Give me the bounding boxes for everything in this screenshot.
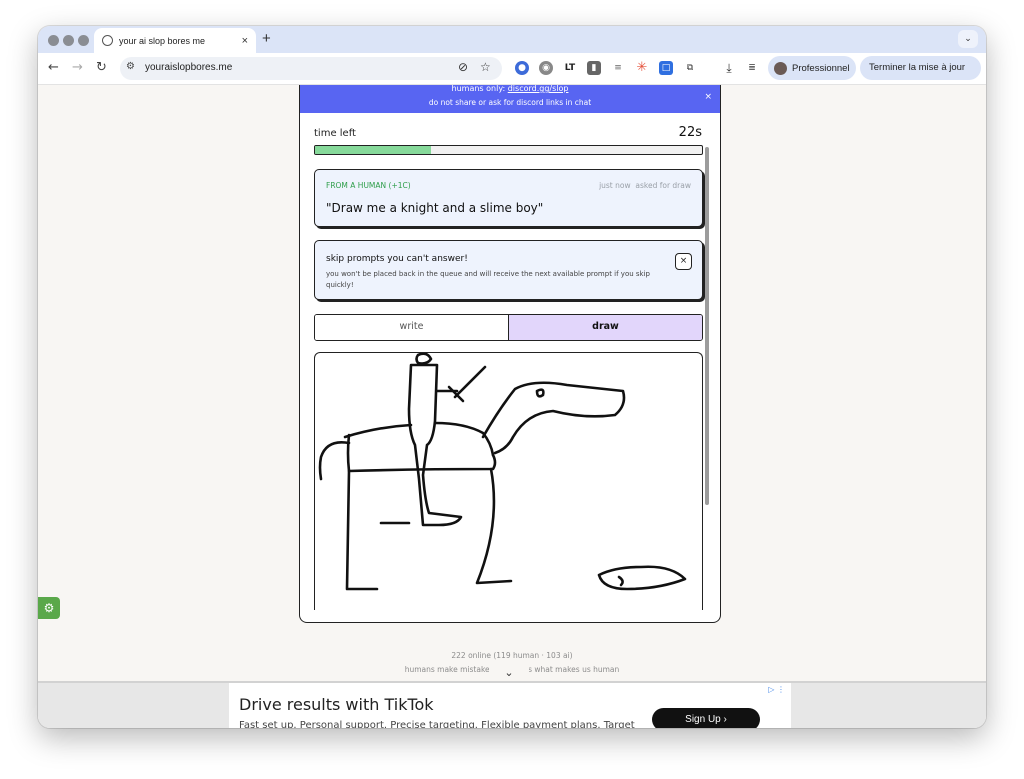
forward-arrow-icon[interactable]: → — [72, 60, 83, 75]
tip-title: skip prompts you can't answer! — [326, 254, 468, 264]
prompt-mode: asked for draw — [635, 181, 691, 190]
prompt-card: FROM A HUMAN (+1C) just now asked for dr… — [314, 169, 703, 227]
banner-note: do not share or ask for discord links in… — [428, 98, 592, 107]
banner-close-button[interactable]: × — [704, 92, 712, 102]
extension-icon-6[interactable]: ✳ — [635, 61, 649, 75]
profile-button[interactable]: Professionnel — [768, 56, 856, 80]
extension-icon-5[interactable]: ≡ — [611, 61, 625, 75]
adchoices-icon[interactable]: ▷ ⋮ — [768, 685, 785, 694]
address-bar[interactable]: ⚙ youraislopbores.me ⊘ ☆ — [120, 57, 502, 80]
tab-strip: your ai slop bores me × + ⌄ — [38, 26, 986, 53]
extension-icon-4[interactable]: ▮ — [587, 61, 601, 75]
new-tab-button[interactable]: + — [262, 30, 271, 47]
tab-title: your ai slop bores me — [119, 35, 206, 46]
settings-gear-icon[interactable]: ⚙ — [38, 597, 60, 619]
extension-icon-1[interactable]: ● — [515, 61, 529, 75]
game-panel: humans only: discord.gg/slop do not shar… — [299, 85, 721, 623]
bookmark-star-icon[interactable]: ☆ — [480, 60, 491, 74]
tiktok-ad[interactable]: Drive results with TikTok Fast set up. P… — [229, 683, 791, 728]
reload-icon[interactable]: ↻ — [96, 60, 107, 75]
browser-toolbar: ← → ↻ ⚙ youraislopbores.me ⊘ ☆ ● ◉ LT ▮ … — [38, 53, 986, 97]
extension-icon-7[interactable]: □ — [659, 61, 673, 75]
back-arrow-icon[interactable]: ← — [48, 60, 59, 75]
banner-line-1: humans only: discord.gg/slop — [300, 85, 720, 93]
horse-front-leg-stroke — [475, 467, 513, 585]
web-page: humans only: discord.gg/slop do not shar… — [38, 85, 986, 728]
panel-scrollbar[interactable] — [705, 147, 709, 505]
draw-mode-button[interactable]: draw — [508, 315, 702, 340]
drawing-canvas[interactable] — [314, 352, 703, 610]
time-progress-bar — [314, 145, 703, 155]
ad-sign-up-button[interactable]: Sign Up › — [652, 708, 760, 728]
update-label: Terminer la mise à jour — [869, 62, 966, 73]
knight-body-stroke — [407, 363, 463, 527]
reading-list-icon[interactable]: ≣ — [745, 61, 759, 75]
site-info-icon[interactable]: ⚙ — [126, 61, 135, 72]
mode-switch: write draw — [314, 314, 703, 341]
tip-body: you won't be placed back in the queue an… — [326, 270, 650, 289]
knight-helmet-stroke — [415, 353, 433, 365]
sword-blade-stroke — [453, 365, 487, 399]
extensions-puzzle-icon[interactable]: ⧉ — [683, 61, 697, 75]
update-button[interactable]: Terminer la mise à jour ⋮ — [860, 56, 981, 97]
online-count: 222 online (119 human · 103 ai) — [451, 651, 573, 660]
slime-face-stroke — [617, 575, 624, 587]
write-mode-button[interactable]: write — [315, 315, 508, 340]
time-left-seconds: 22s — [678, 125, 702, 140]
sword-guard-stroke — [447, 385, 465, 403]
ad-description: Fast set up. Personal support. Precise t… — [239, 720, 635, 728]
ad-headline[interactable]: Drive results with TikTok — [239, 695, 434, 714]
drawing-strokes — [318, 353, 687, 591]
url-text[interactable]: youraislopbores.me — [145, 62, 232, 73]
browser-tab[interactable]: your ai slop bores me × — [94, 28, 256, 53]
horse-back-leg-stroke — [345, 469, 379, 591]
eye-off-icon[interactable]: ⊘ — [458, 60, 468, 74]
skip-tip-card: skip prompts you can't answer! you won't… — [314, 240, 703, 300]
collapse-ad-chevron-icon[interactable]: ⌄ — [489, 663, 529, 683]
prompt-time: just now — [599, 181, 631, 190]
horse-eye-stroke — [535, 388, 545, 398]
discord-link[interactable]: discord.gg/slop — [508, 84, 569, 93]
site-favicon-icon — [102, 35, 113, 46]
skip-close-button[interactable]: × — [675, 253, 692, 270]
horse-back-stroke — [343, 423, 413, 439]
time-progress-fill — [315, 146, 432, 154]
time-left-label: time left — [314, 128, 356, 139]
browser-window: your ai slop bores me × + ⌄ ← → ↻ ⚙ your… — [38, 26, 986, 728]
horse-head-stroke — [481, 381, 626, 455]
extension-icon-3[interactable]: LT — [563, 61, 577, 75]
discord-banner: humans only: discord.gg/slop do not shar… — [300, 85, 720, 113]
minimize-window-button[interactable] — [63, 35, 74, 46]
horse-tail-stroke — [318, 441, 351, 481]
download-icon[interactable]: ⤓ — [722, 61, 736, 75]
banner-prefix: humans only: — [451, 84, 506, 93]
avatar — [774, 61, 787, 75]
extension-icon-2[interactable]: ◉ — [539, 61, 553, 75]
ad-bar: Drive results with TikTok Fast set up. P… — [38, 681, 986, 728]
maximize-window-button[interactable] — [78, 35, 89, 46]
slime-boy-stroke — [597, 565, 687, 591]
close-window-button[interactable] — [48, 35, 59, 46]
horse-shoulder-stroke — [433, 421, 495, 457]
horse-belly-stroke — [346, 433, 497, 473]
prompt-meta: just now asked for draw — [599, 181, 691, 190]
tab-close-button[interactable]: × — [242, 35, 248, 47]
tab-search-chevron-icon[interactable]: ⌄ — [958, 30, 978, 48]
profile-label: Professionnel — [792, 62, 850, 74]
prompt-source: FROM A HUMAN (+1C) — [326, 181, 411, 190]
prompt-text: "Draw me a knight and a slime boy" — [326, 201, 544, 215]
